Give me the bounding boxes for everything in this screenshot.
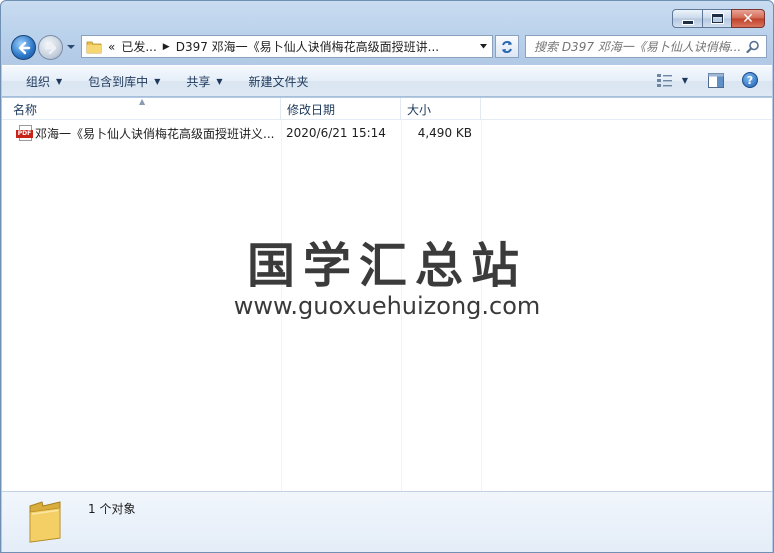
chevron-down-icon: ▼ bbox=[216, 76, 223, 86]
include-in-library-menu[interactable]: 包含到库中 ▼ bbox=[88, 73, 160, 90]
sort-ascending-icon: ▲ bbox=[139, 98, 146, 106]
toolbar-right-group: ▼ ? bbox=[656, 72, 758, 88]
address-dropdown-icon[interactable] bbox=[479, 43, 488, 50]
pdf-file-icon: PDF bbox=[16, 125, 34, 141]
organize-label: 组织 bbox=[26, 74, 51, 89]
caption-buttons: ✕ bbox=[672, 9, 765, 28]
close-icon: ✕ bbox=[742, 10, 754, 27]
column-headers: 名称 ▲ 修改日期 大小 bbox=[2, 98, 772, 120]
minimize-icon bbox=[682, 20, 693, 24]
column-header-date[interactable]: 修改日期 bbox=[281, 98, 401, 120]
help-icon[interactable]: ? bbox=[742, 72, 758, 88]
include-in-library-label: 包含到库中 bbox=[88, 74, 149, 89]
close-button[interactable]: ✕ bbox=[731, 9, 765, 28]
maximize-icon bbox=[711, 14, 723, 23]
file-list-view[interactable]: 名称 ▲ 修改日期 大小 PDF 邓海一《易卜仙人诀俏梅花高级面授班讲义... … bbox=[2, 98, 772, 491]
minimize-button[interactable] bbox=[672, 9, 703, 28]
search-box[interactable] bbox=[525, 35, 767, 58]
back-button[interactable] bbox=[11, 35, 36, 60]
new-folder-label: 新建文件夹 bbox=[248, 74, 309, 89]
preview-pane-icon[interactable] bbox=[708, 72, 724, 88]
chevron-down-icon: ▼ bbox=[56, 76, 63, 86]
search-input[interactable] bbox=[534, 39, 740, 54]
file-row[interactable]: PDF 邓海一《易卜仙人诀俏梅花高级面授班讲义... 2020/6/21 15:… bbox=[2, 122, 482, 144]
view-options-dropdown-icon[interactable]: ▼ bbox=[682, 76, 688, 85]
breadcrumb-segment[interactable]: D397 邓海一《易卜仙人诀俏梅花高级面授班讲... bbox=[176, 38, 439, 55]
folder-icon bbox=[86, 41, 102, 53]
folder-icon bbox=[29, 501, 61, 543]
column-header-name-label: 名称 bbox=[13, 102, 38, 117]
recent-pages-dropdown-icon[interactable] bbox=[66, 43, 76, 51]
chevron-down-icon: ▼ bbox=[154, 76, 161, 86]
watermark-url: www.guoxuehuizong.com bbox=[233, 292, 541, 320]
details-pane: 1 个对象 bbox=[2, 491, 772, 552]
column-header-size[interactable]: 大小 bbox=[401, 98, 481, 120]
organize-menu[interactable]: 组织 ▼ bbox=[26, 73, 62, 90]
share-label: 共享 bbox=[186, 74, 211, 89]
address-bar[interactable]: « 已发... ▶ D397 邓海一《易卜仙人诀俏梅花高级面授班讲... bbox=[81, 35, 493, 58]
file-name[interactable]: 邓海一《易卜仙人诀俏梅花高级面授班讲义... bbox=[35, 125, 281, 142]
navigation-row: « 已发... ▶ D397 邓海一《易卜仙人诀俏梅花高级面授班讲... bbox=[9, 33, 767, 61]
share-menu[interactable]: 共享 ▼ bbox=[186, 73, 222, 90]
item-count: 1 个对象 bbox=[88, 502, 136, 516]
back-arrow-icon bbox=[18, 41, 30, 54]
refresh-button[interactable] bbox=[495, 35, 519, 58]
column-header-date-label: 修改日期 bbox=[287, 102, 336, 117]
refresh-icon bbox=[502, 40, 512, 53]
file-size: 4,490 KB bbox=[417, 126, 472, 140]
forward-button[interactable] bbox=[38, 35, 63, 60]
forward-arrow-icon bbox=[44, 41, 56, 54]
file-date-modified: 2020/6/21 15:14 bbox=[286, 126, 386, 140]
maximize-button[interactable] bbox=[702, 9, 732, 28]
watermark-title: 国学汇总站 bbox=[246, 238, 527, 294]
address-overflow[interactable]: « bbox=[108, 40, 115, 54]
command-bar: 组织 ▼ 包含到库中 ▼ 共享 ▼ 新建文件夹 ▼ ? bbox=[2, 65, 772, 97]
explorer-window: ✕ « 已发... ▶ D397 邓海一《易卜仙人诀俏梅花高级面授班讲... 搜… bbox=[0, 0, 774, 553]
search-icon[interactable] bbox=[746, 40, 760, 54]
column-header-size-label: 大小 bbox=[407, 102, 432, 117]
column-header-name[interactable]: 名称 ▲ bbox=[2, 98, 281, 120]
breadcrumb-separator-icon[interactable]: ▶ bbox=[163, 42, 170, 52]
breadcrumb-segment[interactable]: 已发... bbox=[121, 38, 156, 55]
change-view-icon[interactable] bbox=[656, 72, 674, 88]
new-folder-button[interactable]: 新建文件夹 bbox=[249, 73, 309, 90]
